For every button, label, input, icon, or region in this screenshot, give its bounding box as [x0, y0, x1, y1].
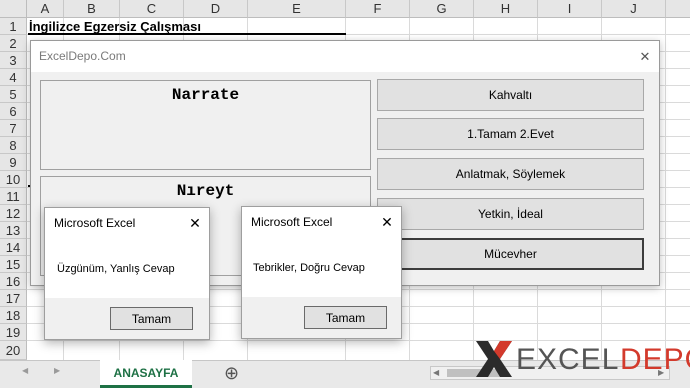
column-header-h[interactable]: H [474, 0, 538, 18]
msgbox-ok-label: Tamam [131, 311, 172, 326]
column-header-blank [666, 0, 690, 18]
msgbox-title: Microsoft Excel [251, 215, 333, 229]
row-header-16[interactable]: 16 [0, 273, 27, 290]
scroll-left-icon[interactable]: ◀ [433, 368, 439, 377]
row-header-9[interactable]: 9 [0, 154, 27, 171]
msgbox-ok-label: Tamam [325, 310, 366, 325]
row-header-7[interactable]: 7 [0, 120, 27, 137]
option-button-label: Mücevher [484, 247, 537, 261]
sheet-nav-right-icon[interactable]: ▶ [54, 366, 60, 375]
row-header-11[interactable]: 11 [0, 188, 27, 205]
row-header-5[interactable]: 5 [0, 86, 27, 103]
column-header-c[interactable]: C [120, 0, 184, 18]
row-header-15[interactable]: 15 [0, 256, 27, 273]
column-header-i[interactable]: I [538, 0, 602, 18]
pronunciation-text: Nıreyt [176, 182, 235, 200]
option-button-3[interactable]: Anlatmak, Söylemek [377, 158, 644, 190]
column-header-j[interactable]: J [602, 0, 666, 18]
exceldepo-logo: EXCEL DEPO [472, 337, 690, 383]
userform-close-icon[interactable]: ✕ [631, 41, 659, 72]
column-header-a[interactable]: A [27, 0, 64, 18]
msgbox-wrong-answer: Microsoft Excel ✕ Üzgünüm, Yanlış Cevap … [44, 207, 210, 340]
row-header-20[interactable]: 20 [0, 341, 27, 360]
logo-x-icon [476, 341, 512, 377]
msgbox-close-icon[interactable]: ✕ [181, 208, 209, 238]
row-header-17[interactable]: 17 [0, 290, 27, 307]
row-header-4[interactable]: 4 [0, 69, 27, 86]
row-header-12[interactable]: 12 [0, 205, 27, 222]
row-header-10[interactable]: 10 [0, 171, 27, 188]
row-header-2[interactable]: 2 [0, 35, 27, 52]
cell-border-line [28, 33, 346, 35]
column-header-g[interactable]: G [410, 0, 474, 18]
msgbox-ok-button[interactable]: Tamam [304, 306, 387, 329]
row-header-13[interactable]: 13 [0, 222, 27, 239]
row-header-18[interactable]: 18 [0, 307, 27, 324]
option-button-4[interactable]: Yetkin, İdeal [377, 198, 644, 230]
sheet-nav-left-icon[interactable]: ◀ [22, 366, 28, 375]
msgbox-close-icon[interactable]: ✕ [373, 207, 401, 237]
sheet-tab-label: ANASAYFA [113, 366, 179, 380]
column-header-d[interactable]: D [184, 0, 248, 18]
option-button-2[interactable]: 1.Tamam 2.Evet [377, 118, 644, 150]
option-button-label: 1.Tamam 2.Evet [467, 127, 554, 141]
english-word-label: Narrate [40, 80, 371, 170]
row-header-19[interactable]: 19 [0, 324, 27, 341]
logo-text-excel: EXCEL [516, 343, 620, 376]
add-sheet-icon[interactable]: ⊕ [224, 362, 239, 384]
row-header-14[interactable]: 14 [0, 239, 27, 256]
userform-title: ExcelDepo.Com [39, 49, 126, 63]
option-button-1[interactable]: Kahvaltı [377, 79, 644, 111]
option-button-label: Yetkin, İdeal [478, 207, 543, 221]
option-button-label: Kahvaltı [488, 88, 533, 102]
gridline [665, 18, 666, 360]
msgbox-message: Üzgünüm, Yanlış Cevap [57, 263, 175, 275]
row-header-8[interactable]: 8 [0, 137, 27, 154]
select-all-corner[interactable] [0, 0, 27, 18]
logo-text-depo: DEPO [620, 343, 690, 376]
option-button-5[interactable]: Mücevher [377, 238, 644, 270]
row-header-6[interactable]: 6 [0, 103, 27, 120]
column-header-e[interactable]: E [248, 0, 346, 18]
msgbox-title: Microsoft Excel [54, 216, 136, 230]
column-header-b[interactable]: B [64, 0, 120, 18]
row-header-3[interactable]: 3 [0, 52, 27, 69]
option-button-label: Anlatmak, Söylemek [455, 167, 566, 181]
english-word-text: Narrate [171, 86, 240, 104]
row-header-1[interactable]: 1 [0, 18, 27, 35]
column-header-f[interactable]: F [346, 0, 410, 18]
msgbox-message: Tebrikler, Doğru Cevap [253, 262, 365, 274]
msgbox-correct-answer: Microsoft Excel ✕ Tebrikler, Doğru Cevap… [241, 206, 402, 339]
msgbox-ok-button[interactable]: Tamam [110, 307, 193, 330]
sheet-tab-anasayfa[interactable]: ANASAYFA [100, 360, 192, 388]
